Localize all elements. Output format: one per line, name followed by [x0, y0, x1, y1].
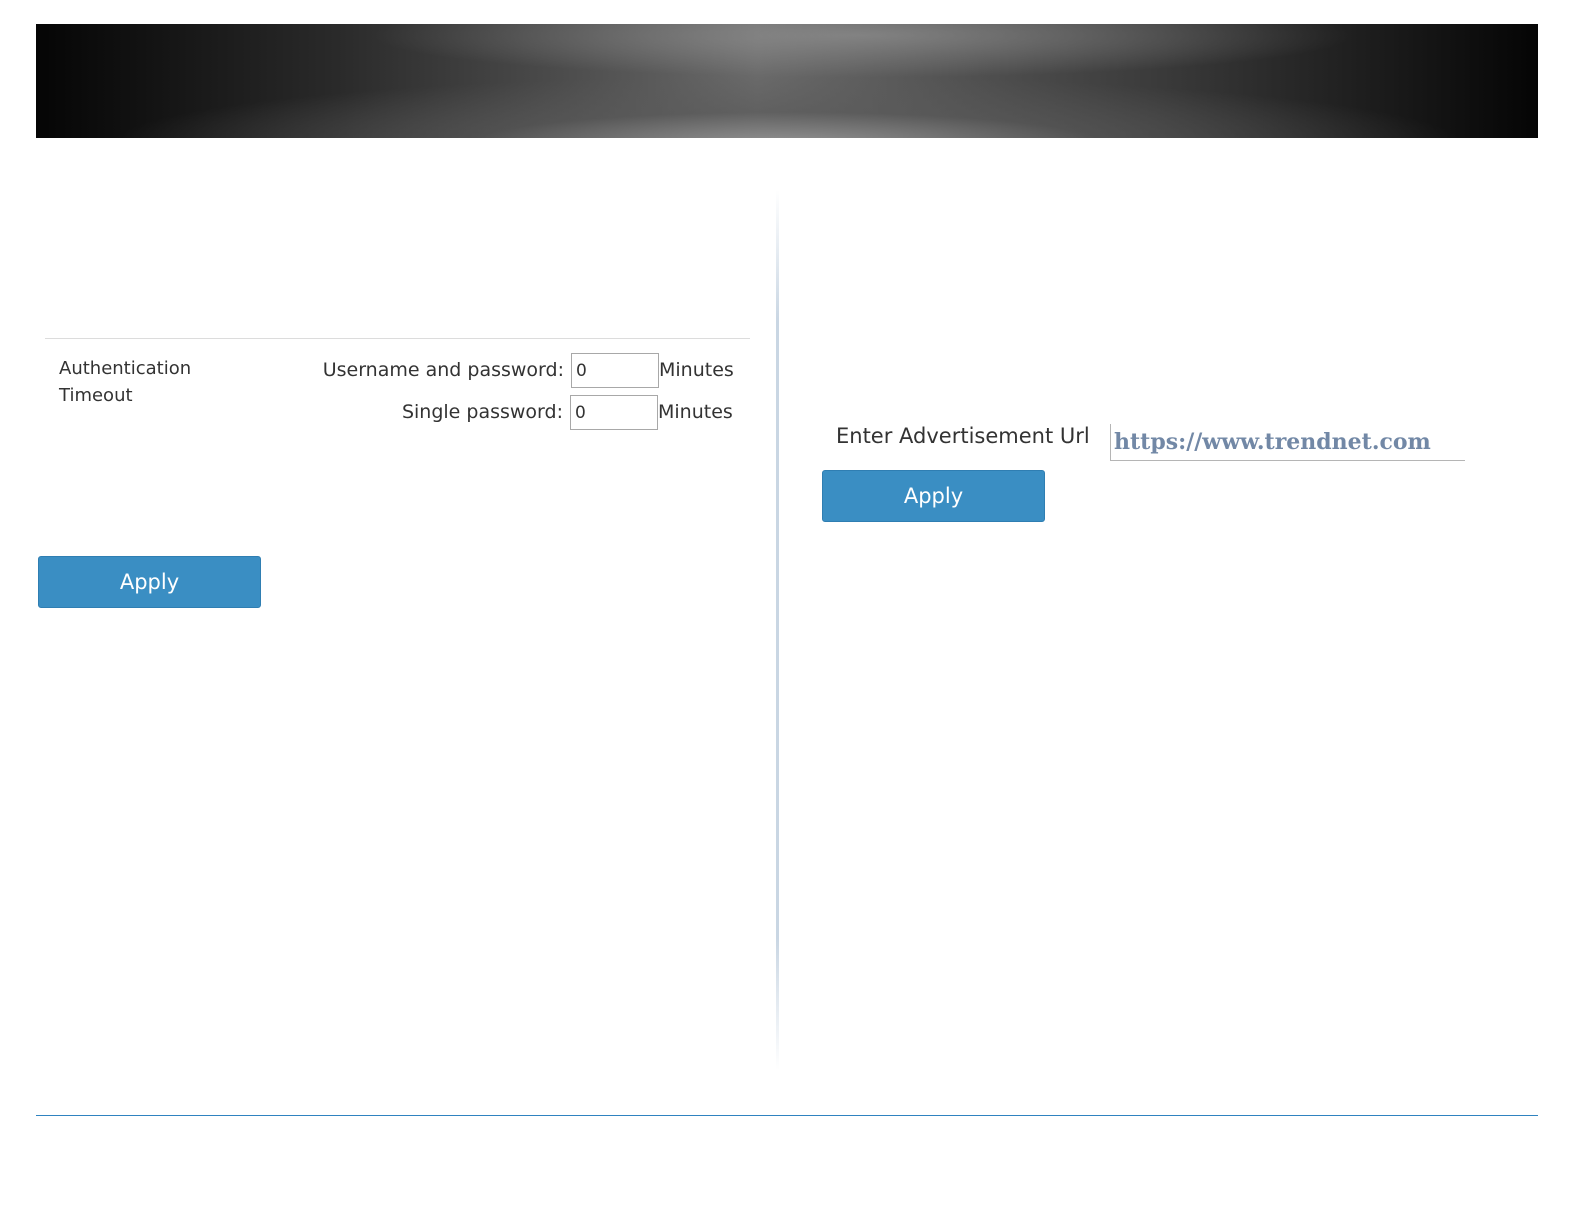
single-password-label: Single password: — [401, 401, 563, 423]
single-password-unit-label: Minutes — [658, 401, 733, 423]
footer-divider — [36, 1115, 1538, 1116]
panel-divider — [776, 190, 779, 1070]
advertisement-url-label: Enter Advertisement Url — [836, 424, 1090, 448]
auth-timeout-apply-button[interactable]: Apply — [38, 556, 261, 608]
username-password-unit-label: Minutes — [659, 359, 734, 381]
header-banner-sheen — [36, 24, 1538, 138]
advertisement-url-input[interactable] — [1110, 424, 1465, 461]
page: Authentication Timeout Username and pass… — [0, 0, 1584, 1224]
username-password-label: Username and password: — [322, 359, 564, 381]
single-password-timeout-input[interactable] — [570, 395, 658, 430]
username-password-timeout-input[interactable] — [571, 353, 659, 388]
advertisement-apply-button[interactable]: Apply — [822, 470, 1045, 522]
table-divider — [45, 338, 750, 339]
auth-timeout-section-label: Authentication Timeout — [59, 358, 192, 406]
header-banner — [36, 24, 1538, 138]
